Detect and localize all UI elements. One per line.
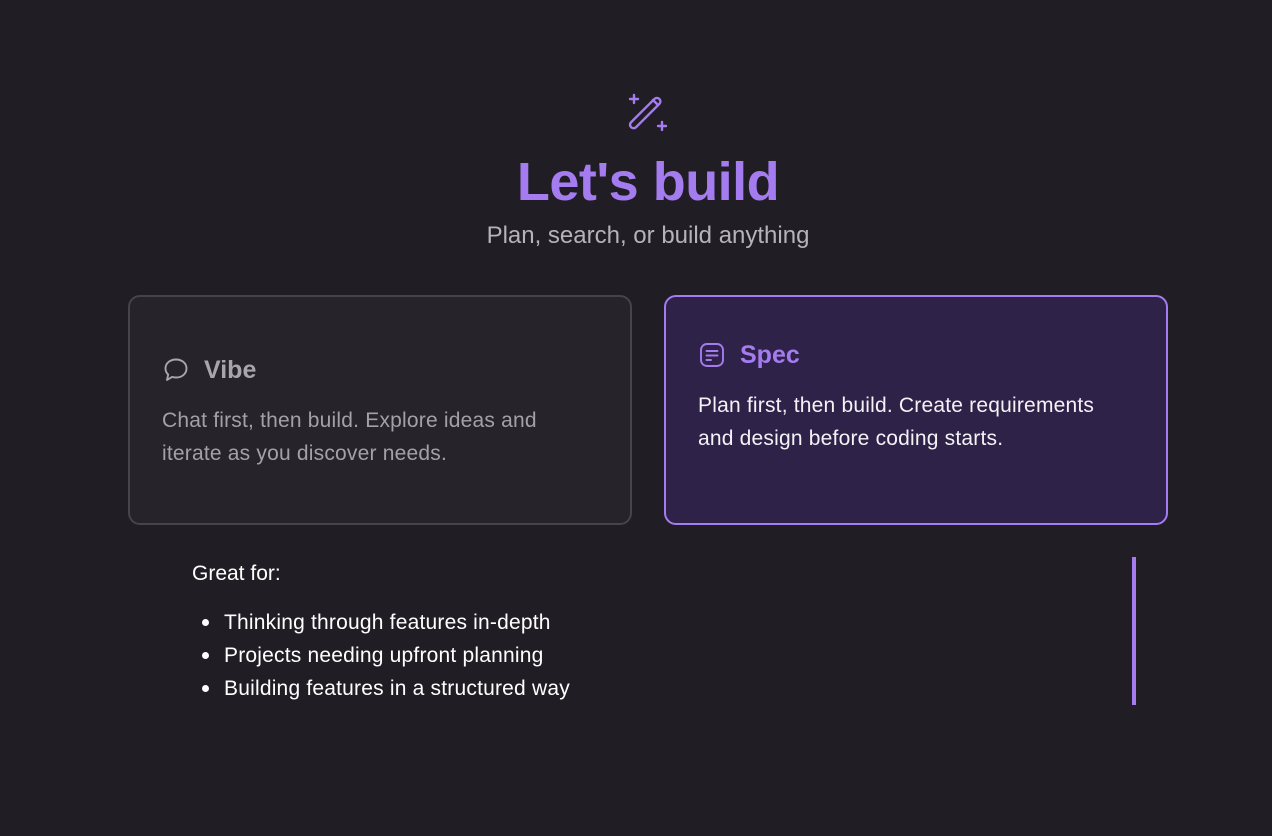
page-subtitle: Plan, search, or build anything xyxy=(486,222,810,249)
benefits-list: Thinking through features in-depth Proje… xyxy=(192,606,570,705)
mode-card-spec-label: Spec xyxy=(740,341,800,369)
list-item: Thinking through features in-depth xyxy=(192,606,570,639)
bullet-icon xyxy=(202,619,209,626)
mode-card-vibe-description: Chat first, then build. Explore ideas an… xyxy=(162,409,537,465)
list-item-text: Projects needing upfront planning xyxy=(224,644,544,667)
bullet-icon xyxy=(202,652,209,659)
magic-wand-sparkles-icon xyxy=(628,93,668,132)
great-for-heading: Great for: xyxy=(192,562,281,585)
mode-card-spec[interactable]: Spec Plan first, then build. Create requ… xyxy=(664,295,1168,525)
list-item-text: Building features in a structured way xyxy=(224,677,570,700)
list-item: Projects needing upfront planning xyxy=(192,639,570,672)
mode-card-vibe-header: Vibe xyxy=(162,354,256,386)
chat-bubble-icon xyxy=(164,358,188,381)
mode-card-spec-description: Plan first, then build. Create requireme… xyxy=(698,394,1095,450)
lets-build-page: Let's build Plan, search, or build anyth… xyxy=(0,0,1272,836)
list-item-text: Thinking through features in-depth xyxy=(224,611,551,634)
document-lines-icon xyxy=(700,343,724,367)
mode-card-vibe-label: Vibe xyxy=(204,356,257,384)
list-item: Building features in a structured way xyxy=(192,672,570,705)
accent-bar xyxy=(1132,557,1136,705)
bullet-icon xyxy=(202,685,209,692)
page-title: Let's build xyxy=(516,152,780,212)
mode-card-spec-header: Spec xyxy=(698,339,800,371)
mode-card-vibe[interactable]: Vibe Chat first, then build. Explore ide… xyxy=(128,295,632,525)
